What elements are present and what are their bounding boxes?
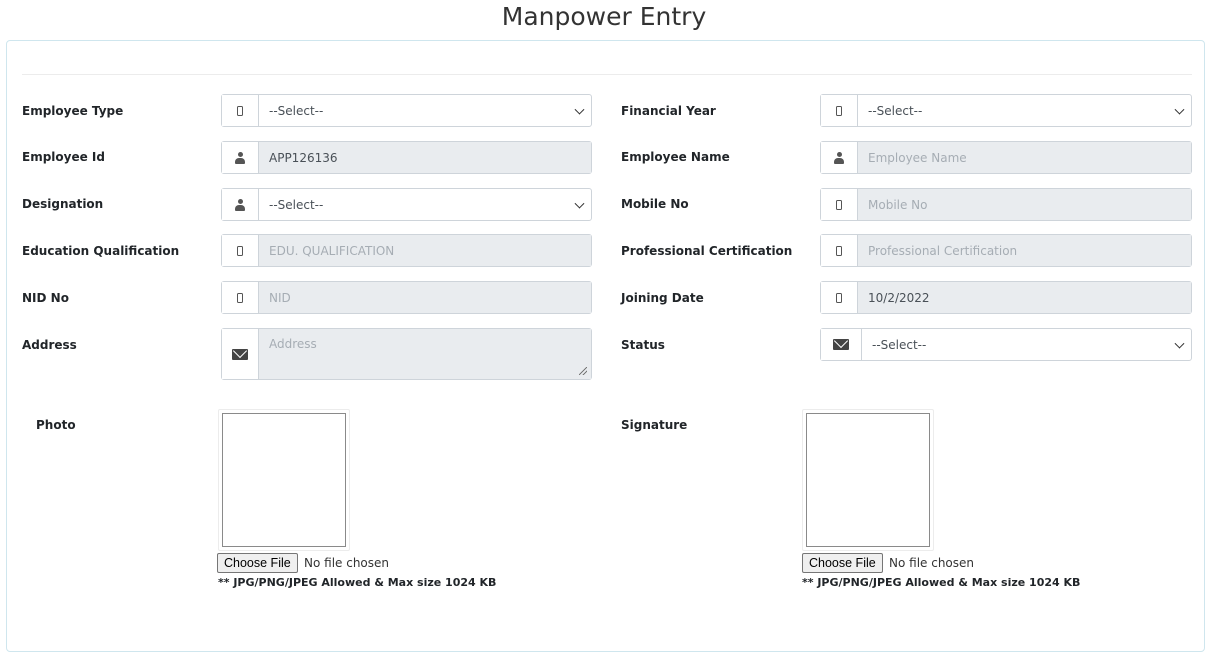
- mobile-no-addon: [821, 189, 858, 220]
- employee-type-addon: [222, 95, 259, 126]
- photo-label: Photo: [36, 418, 76, 432]
- education-input[interactable]: EDU. QUALIFICATION: [221, 234, 592, 267]
- financial-year-label: Financial Year: [621, 104, 716, 118]
- employee-type-value: --Select--: [269, 103, 324, 118]
- envelope-icon: [232, 348, 248, 360]
- status-value: --Select--: [872, 337, 927, 352]
- mobile-phone-icon: [836, 105, 842, 116]
- signature-preview-frame: [806, 413, 930, 547]
- designation-value: --Select--: [269, 197, 324, 212]
- signature-upload-hint: ** JPG/PNG/JPEG Allowed & Max size 1024 …: [802, 576, 1081, 589]
- certification-input[interactable]: Professional Certification: [820, 234, 1192, 267]
- financial-year-value: --Select--: [868, 103, 923, 118]
- employee-id-value: APP126136: [259, 142, 591, 173]
- photo-file-status: No file chosen: [304, 556, 390, 570]
- envelope-icon: [833, 339, 849, 350]
- nid-label: NID No: [22, 291, 69, 305]
- designation-label: Designation: [22, 197, 104, 211]
- employee-name-addon: [821, 142, 858, 173]
- designation-select[interactable]: --Select--: [221, 188, 592, 221]
- employee-id-label: Employee Id: [22, 150, 105, 164]
- employee-name-input[interactable]: Employee Name: [820, 141, 1192, 174]
- employee-type-select[interactable]: --Select--: [221, 94, 592, 127]
- photo-preview: [218, 409, 350, 551]
- signature-file-status: No file chosen: [889, 556, 975, 570]
- address-textarea[interactable]: Address: [221, 328, 592, 380]
- photo-preview-frame: [222, 413, 346, 547]
- mobile-phone-icon: [237, 105, 243, 116]
- employee-type-label: Employee Type: [22, 104, 124, 118]
- nid-placeholder: NID: [259, 282, 591, 313]
- user-icon: [833, 151, 845, 164]
- user-icon: [234, 151, 246, 164]
- signature-label: Signature: [621, 418, 688, 432]
- employee-id-addon: [222, 142, 259, 173]
- nid-input[interactable]: NID: [221, 281, 592, 314]
- status-label: Status: [621, 338, 665, 352]
- address-label: Address: [22, 338, 77, 352]
- employee-id-input[interactable]: APP126136: [221, 141, 592, 174]
- employee-name-placeholder: Employee Name: [858, 142, 1191, 173]
- certification-addon: [821, 235, 858, 266]
- mobile-phone-icon: [237, 245, 243, 256]
- financial-year-addon: [821, 95, 858, 126]
- joining-date-label: Joining Date: [621, 291, 704, 305]
- joining-date-input[interactable]: 10/2/2022: [820, 281, 1192, 314]
- resize-handle[interactable]: [579, 367, 587, 375]
- nid-addon: [222, 282, 259, 313]
- photo-upload-hint: ** JPG/PNG/JPEG Allowed & Max size 1024 …: [218, 576, 497, 589]
- education-addon: [222, 235, 259, 266]
- certification-placeholder: Professional Certification: [858, 235, 1191, 266]
- signature-choose-file-button[interactable]: Choose File: [802, 553, 883, 573]
- mobile-no-label: Mobile No: [621, 197, 689, 211]
- mobile-phone-icon: [836, 199, 842, 210]
- education-label: Education Qualification: [22, 244, 180, 258]
- user-icon: [234, 198, 246, 211]
- certification-label: Professional Certification: [621, 244, 793, 258]
- form-divider: [22, 74, 1192, 75]
- mobile-phone-icon: [836, 292, 842, 303]
- mobile-no-placeholder: Mobile No: [858, 189, 1191, 220]
- status-select[interactable]: --Select--: [820, 328, 1192, 361]
- joining-date-value: 10/2/2022: [858, 282, 1191, 313]
- photo-choose-file-button[interactable]: Choose File: [217, 553, 298, 573]
- signature-preview: [802, 409, 934, 551]
- financial-year-select[interactable]: --Select--: [820, 94, 1192, 127]
- education-placeholder: EDU. QUALIFICATION: [259, 235, 591, 266]
- address-placeholder: Address: [259, 329, 591, 379]
- status-addon: [821, 329, 862, 360]
- designation-addon: [222, 189, 259, 220]
- mobile-phone-icon: [237, 292, 243, 303]
- address-addon: [222, 329, 259, 379]
- employee-name-label: Employee Name: [621, 150, 730, 164]
- mobile-no-input[interactable]: Mobile No: [820, 188, 1192, 221]
- joining-date-addon: [821, 282, 858, 313]
- page-title: Manpower Entry: [501, 2, 707, 31]
- mobile-phone-icon: [836, 245, 842, 256]
